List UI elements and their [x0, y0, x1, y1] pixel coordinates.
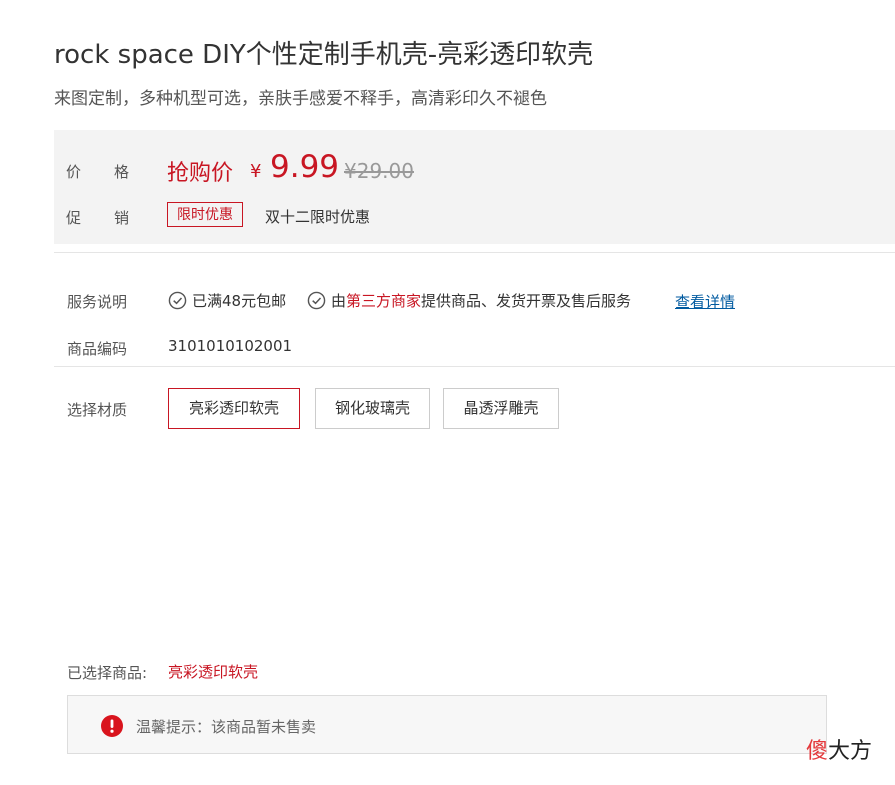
service-third-party: 由第三方商家 提供商品、发货开票及售后服务: [307, 290, 631, 311]
material-option-tempered-glass[interactable]: 钢化玻璃壳: [315, 388, 430, 429]
promo-tag: 限时优惠: [167, 202, 243, 227]
service-label: 服务说明: [67, 293, 128, 311]
currency-symbol: ¥: [250, 161, 262, 182]
third-party-merchant: 第三方商家: [346, 292, 422, 310]
material-label: 选择材质: [67, 401, 128, 419]
product-code-label: 商品编码: [67, 340, 128, 358]
current-price: 9.99: [270, 149, 340, 185]
service-third-party-prefix: 由: [331, 292, 347, 310]
exclamation-icon: [101, 715, 123, 737]
promo-text: 双十二限时优惠: [265, 208, 371, 226]
price-label: 价格: [66, 161, 129, 182]
watermark-part-2: 大方: [828, 739, 873, 764]
divider: [54, 252, 895, 253]
notice-text: 温馨提示：该商品暂未售卖: [136, 718, 317, 736]
promo-label: 促销: [66, 207, 129, 228]
selected-product-label: 已选择商品:: [67, 664, 148, 682]
service-free-shipping: 已满48元包邮: [168, 290, 286, 311]
price-label-char-1: 价: [66, 163, 82, 181]
promo-label-char-1: 促: [66, 209, 82, 227]
notice-box: 温馨提示：该商品暂未售卖: [67, 695, 827, 754]
material-option-soft-case[interactable]: 亮彩透印软壳: [168, 388, 300, 429]
price-panel: 价格 抢购价 ¥ 9.99 ¥29.00 促销 限时优惠 双十二限时优惠: [54, 130, 895, 244]
check-circle-icon: [168, 291, 187, 310]
view-details-link[interactable]: 查看详情: [675, 291, 735, 312]
service-third-party-suffix: 提供商品、发货开票及售后服务: [421, 292, 632, 310]
watermark-part-1: 傻: [806, 739, 829, 764]
service-free-shipping-text: 已满48元包邮: [192, 292, 287, 310]
check-circle-icon: [307, 291, 326, 310]
selected-product-value: 亮彩透印软壳: [168, 663, 259, 681]
flash-sale-label: 抢购价: [167, 161, 234, 186]
original-price: ¥29.00: [344, 159, 414, 183]
product-subtitle: 来图定制，多种机型可选，亲肤手感爱不释手，高清彩印久不褪色: [54, 89, 547, 109]
material-option-crystal-relief[interactable]: 晶透浮雕壳: [443, 388, 559, 429]
price-label-char-2: 格: [114, 163, 130, 181]
product-title: rock space DIY个性定制手机壳-亮彩透印软壳: [54, 40, 594, 70]
divider: [54, 366, 895, 367]
promo-label-char-2: 销: [114, 209, 130, 227]
watermark-logo: 傻大方: [806, 733, 872, 765]
product-code-value: 3101010102001: [168, 337, 293, 355]
product-detail-page: rock space DIY个性定制手机壳-亮彩透印软壳 来图定制，多种机型可选…: [0, 0, 895, 785]
